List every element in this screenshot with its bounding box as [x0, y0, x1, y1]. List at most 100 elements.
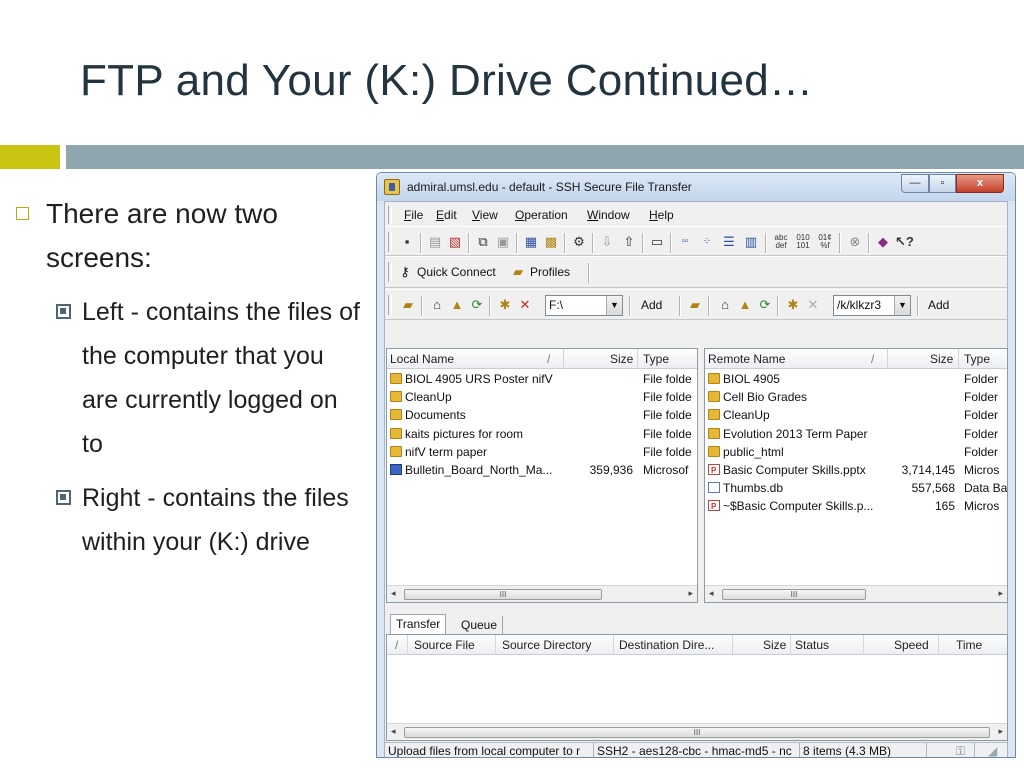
file-row[interactable]: CleanUp Folder: [705, 406, 1007, 424]
file-row[interactable]: Bulletin_Board_North_Ma... 359,936 Microso…: [387, 461, 697, 479]
column-type[interactable]: Type: [643, 352, 669, 366]
small-icons-view-icon[interactable]: ⁘: [699, 234, 715, 250]
scroll-left-arrow-icon[interactable]: ◂: [709, 588, 714, 599]
large-icons-view-icon[interactable]: ▫▫: [677, 234, 693, 250]
column-divider[interactable]: [958, 349, 959, 369]
local-add-button[interactable]: Add: [641, 298, 662, 312]
quick-connect-button[interactable]: ⚷ Quick Connect: [397, 262, 495, 282]
remote-parent-folder-icon[interactable]: ▲: [737, 297, 753, 313]
local-new-folder-icon[interactable]: ✱: [497, 297, 513, 313]
column-divider[interactable]: [887, 349, 888, 369]
file-row[interactable]: BIOL 4905 Folder: [705, 370, 1007, 388]
local-home-icon[interactable]: ⌂: [429, 297, 445, 313]
column-divider[interactable]: [637, 349, 638, 369]
column-divider[interactable]: [732, 635, 733, 655]
file-row[interactable]: Cell Bio Grades Folder: [705, 388, 1007, 406]
column-local-name[interactable]: Local Name: [390, 352, 454, 366]
file-row[interactable]: BIOL 4905 URS Poster nifV File folde: [387, 370, 697, 388]
upload-arrow-icon[interactable]: ⇧: [621, 234, 637, 250]
column-size[interactable]: Size: [610, 352, 633, 366]
file-row[interactable]: Documents File folde: [387, 406, 697, 424]
remote-file-pane[interactable]: Remote Name / Size Type BIOL 4905 Folder C…: [704, 348, 1008, 603]
menu-edit[interactable]: Edit: [436, 208, 457, 222]
column-size[interactable]: Size: [930, 352, 953, 366]
download-arrow-icon[interactable]: ⇩: [599, 234, 615, 250]
queue-horizontal-scrollbar[interactable]: ◂ III ▸: [387, 723, 1007, 740]
remote-refresh-icon[interactable]: ⟳: [757, 297, 773, 313]
binary-mode-icon[interactable]: 010 101: [795, 234, 811, 250]
column-divider[interactable]: [863, 635, 864, 655]
file-row[interactable]: Evolution 2013 Term Paper Folder: [705, 425, 1007, 443]
menu-window[interactable]: Window: [587, 208, 630, 222]
remote-add-button[interactable]: Add: [928, 298, 949, 312]
file-row[interactable]: Basic Computer Skills.pptx 3,714,145 Micro…: [705, 461, 1007, 480]
auto-mode-icon[interactable]: 01¢ %f: [817, 234, 833, 250]
menu-operation[interactable]: Operation: [515, 208, 568, 222]
scroll-thumb[interactable]: III: [722, 589, 866, 600]
column-type[interactable]: Type: [964, 352, 990, 366]
context-help-icon[interactable]: ↖?: [895, 234, 914, 250]
print-setup-icon[interactable]: ▧: [447, 234, 463, 250]
remote-home-icon[interactable]: ⌂: [717, 297, 733, 313]
file-row[interactable]: kaits pictures for room File folde: [387, 425, 697, 443]
menu-grip[interactable]: [388, 206, 392, 224]
tab-queue[interactable]: Queue: [456, 616, 504, 634]
column-divider[interactable]: [495, 635, 496, 655]
file-row[interactable]: ~$Basic Computer Skills.p... 165 Micros: [705, 497, 1007, 516]
stop-icon[interactable]: ⊗: [847, 234, 863, 250]
column-destination-directory[interactable]: Destination Dire...: [619, 638, 714, 652]
properties-icon[interactable]: ▭: [649, 234, 665, 250]
print-icon[interactable]: ▤: [427, 234, 443, 250]
column-divider[interactable]: [938, 635, 939, 655]
close-button[interactable]: x: [956, 174, 1004, 193]
toolbar-grip[interactable]: [388, 262, 392, 282]
local-refresh-icon[interactable]: ⟳: [469, 297, 485, 313]
help-book-icon[interactable]: ◆: [875, 234, 891, 250]
remote-new-folder-icon[interactable]: ✱: [785, 297, 801, 313]
save-icon[interactable]: ▪: [399, 234, 415, 250]
new-terminal-icon[interactable]: ▦: [523, 234, 539, 250]
resize-grip-icon[interactable]: ◢: [985, 743, 1007, 757]
profiles-button[interactable]: ▰ Profiles: [510, 262, 570, 282]
local-horizontal-scrollbar[interactable]: ◂ III ▸: [387, 585, 697, 602]
details-view-icon[interactable]: ▥: [743, 234, 759, 250]
column-time[interactable]: Time: [956, 638, 982, 652]
local-up-folder-icon[interactable]: ▰: [400, 297, 416, 313]
scroll-right-arrow-icon[interactable]: ▸: [998, 588, 1003, 599]
remote-horizontal-scrollbar[interactable]: ◂ III ▸: [705, 585, 1007, 602]
local-path-combo[interactable]: F:\ ▼: [545, 295, 623, 316]
column-speed[interactable]: Speed: [894, 638, 929, 652]
settings-gear-icon[interactable]: ⚙: [571, 234, 587, 250]
remote-up-folder-icon[interactable]: ▰: [687, 297, 703, 313]
scroll-right-arrow-icon[interactable]: ▸: [688, 588, 693, 599]
column-source-directory[interactable]: Source Directory: [502, 638, 591, 652]
copy-icon[interactable]: ⧉: [475, 234, 491, 250]
scroll-left-arrow-icon[interactable]: ◂: [391, 726, 396, 737]
menu-view[interactable]: View: [472, 208, 498, 222]
local-delete-icon[interactable]: ✕: [517, 297, 533, 313]
tab-transfer[interactable]: Transfer: [390, 614, 447, 634]
transfer-queue-table[interactable]: / Source File Source Directory Destinati…: [386, 634, 1008, 741]
new-file-transfer-icon[interactable]: ▩: [543, 234, 559, 250]
maximize-button[interactable]: ▫: [929, 174, 956, 193]
window-titlebar[interactable]: admiral.umsl.edu - default - SSH Secure …: [377, 173, 1015, 201]
scroll-thumb[interactable]: III: [404, 589, 602, 600]
scroll-thumb[interactable]: III: [404, 727, 990, 738]
file-row[interactable]: public_html Folder: [705, 443, 1007, 461]
remote-delete-icon[interactable]: ✕: [805, 297, 821, 313]
scroll-right-arrow-icon[interactable]: ▸: [998, 726, 1003, 737]
file-row[interactable]: CleanUp File folde: [387, 388, 697, 406]
minimize-button[interactable]: —: [901, 174, 929, 193]
column-status[interactable]: Status: [795, 638, 829, 652]
column-size[interactable]: Size: [763, 638, 786, 652]
column-divider[interactable]: [613, 635, 614, 655]
menu-file[interactable]: File: [404, 208, 423, 222]
menu-help[interactable]: Help: [649, 208, 674, 222]
file-row[interactable]: nifV term paper File folde: [387, 443, 697, 461]
scroll-left-arrow-icon[interactable]: ◂: [391, 588, 396, 599]
column-divider[interactable]: [563, 349, 564, 369]
column-remote-name[interactable]: Remote Name: [708, 352, 785, 366]
paste-icon[interactable]: ▣: [495, 234, 511, 250]
column-divider[interactable]: [407, 635, 408, 655]
chevron-down-icon[interactable]: ▼: [606, 296, 622, 315]
